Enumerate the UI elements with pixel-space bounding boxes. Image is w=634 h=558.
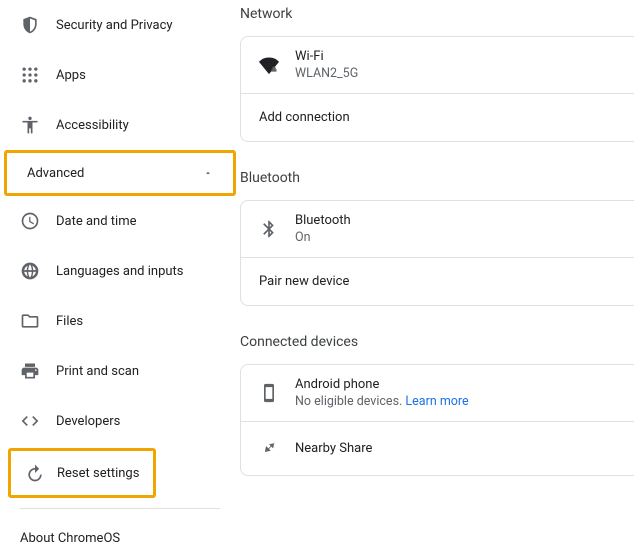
sidebar-item-label: Developers [56,414,120,429]
sidebar-item-label: Accessibility [56,118,129,133]
sidebar-item-files[interactable]: Files [0,296,240,346]
sidebar-item-label: Files [56,314,83,329]
nearby-share-icon [259,439,279,459]
sidebar-item-date-time[interactable]: Date and time [0,196,240,246]
clock-icon [20,211,40,231]
sidebar-item-apps[interactable]: Apps [0,50,240,100]
bluetooth-label: Bluetooth [295,213,351,228]
bluetooth-card: Bluetooth On Pair new device [240,200,634,306]
section-title-connected: Connected devices [240,334,634,350]
sidebar-item-label: Date and time [56,214,137,229]
sidebar-item-languages[interactable]: Languages and inputs [0,246,240,296]
sidebar-item-label: Security and Privacy [56,18,173,33]
section-title-bluetooth: Bluetooth [240,170,634,186]
network-card: Wi-Fi WLAN2_5G Add connection [240,36,634,142]
printer-icon [20,361,40,381]
advanced-label: Advanced [27,166,84,181]
android-phone-label: Android phone [295,377,469,392]
nearby-share-label: Nearby Share [295,441,372,456]
sidebar-item-developers[interactable]: Developers [0,396,240,446]
add-connection-label: Add connection [259,110,350,125]
sidebar-item-label: Reset settings [57,466,139,481]
wifi-ssid: WLAN2_5G [295,66,358,81]
shield-icon [20,15,40,35]
section-title-network: Network [240,6,634,22]
wifi-label: Wi-Fi [295,49,358,64]
wifi-icon [259,55,279,75]
apps-grid-icon [20,65,40,85]
highlight-reset: Reset settings [8,448,156,498]
android-phone-row[interactable]: Android phone No eligible devices. Learn… [241,365,634,421]
folder-icon [20,311,40,331]
phone-icon [259,383,279,403]
pair-device-row[interactable]: Pair new device [241,257,634,305]
advanced-toggle[interactable]: Advanced [11,157,229,189]
learn-more-link[interactable]: Learn more [405,394,468,409]
add-connection-row[interactable]: Add connection [241,93,634,141]
sidebar-item-security-privacy[interactable]: Security and Privacy [0,0,240,50]
globe-icon [20,261,40,281]
chevron-up-icon [203,168,213,178]
wifi-row[interactable]: Wi-Fi WLAN2_5G [241,37,634,93]
sidebar-item-print-scan[interactable]: Print and scan [0,346,240,396]
divider [20,508,220,509]
sidebar-item-label: Apps [56,68,86,83]
code-icon [20,411,40,431]
android-phone-sub: No eligible devices. Learn more [295,394,469,409]
highlight-advanced: Advanced [4,150,236,196]
connected-devices-card: Android phone No eligible devices. Learn… [240,364,634,476]
bluetooth-icon [259,219,279,239]
nearby-share-row[interactable]: Nearby Share [241,421,634,475]
pair-device-label: Pair new device [259,274,349,289]
sidebar-item-accessibility[interactable]: Accessibility [0,100,240,150]
bluetooth-status: On [295,230,351,245]
bluetooth-row[interactable]: Bluetooth On [241,201,634,257]
sidebar: Security and Privacy Apps Accessibility … [0,0,240,510]
sidebar-item-reset-settings[interactable]: Reset settings [11,451,153,495]
reset-icon [25,463,45,483]
accessibility-icon [20,115,40,135]
sidebar-item-label: Print and scan [56,364,139,379]
main-content: Network Wi-Fi WLAN2_5G Add connection Bl… [240,0,634,510]
about-chromeos[interactable]: About ChromeOS [0,519,240,558]
sidebar-item-label: Languages and inputs [56,264,184,279]
